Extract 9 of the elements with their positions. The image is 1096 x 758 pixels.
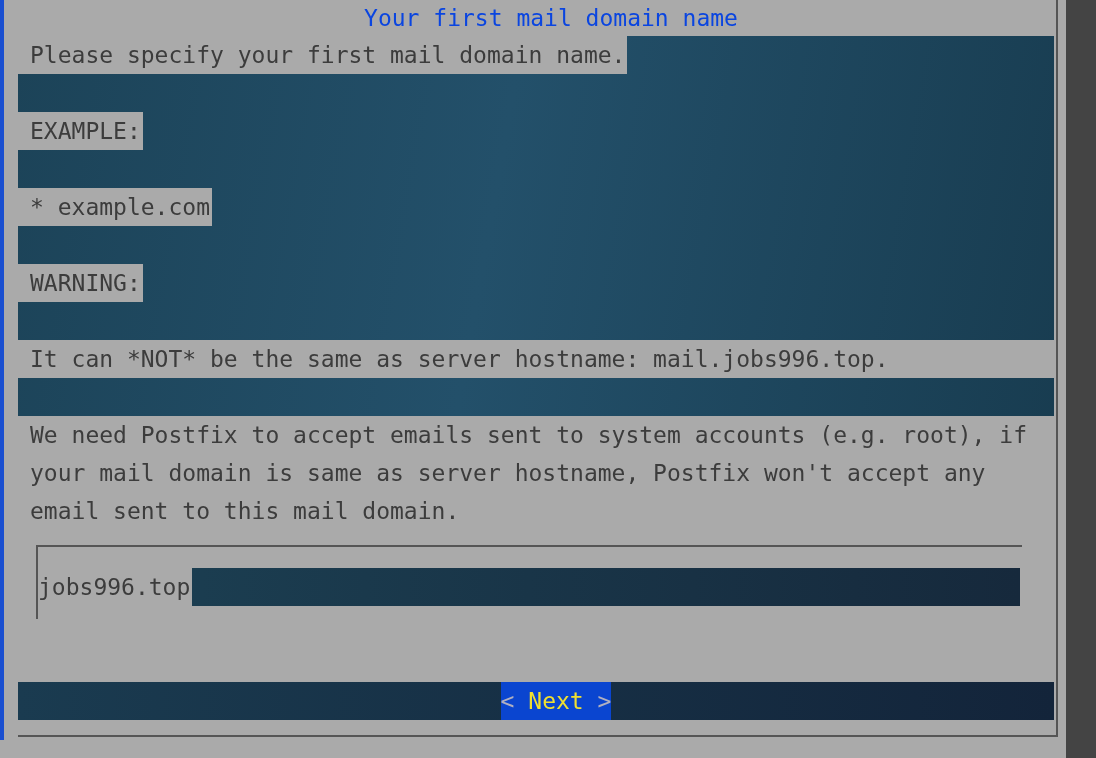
dialog-title: Your first mail domain name [364, 4, 738, 32]
message-paragraph: We need Postfix to accept emails sent to system accounts (e.g. root), if your mail domain is same as server hostname, Postfix won't accept any email sent to this mail domain. [18, 416, 1054, 530]
message-text: * example.com [18, 188, 212, 226]
message-text: EXAMPLE: [18, 112, 143, 150]
input-field[interactable]: jobs996.top [38, 568, 1020, 606]
message-text: It can *NOT* be the same as server hostname: mail.jobs996.top. [18, 340, 1054, 378]
next-button[interactable]: < Next > [500, 682, 612, 720]
message-text: WARNING: [18, 264, 143, 302]
message-text: Please specify your first mail domain name. [18, 36, 628, 74]
